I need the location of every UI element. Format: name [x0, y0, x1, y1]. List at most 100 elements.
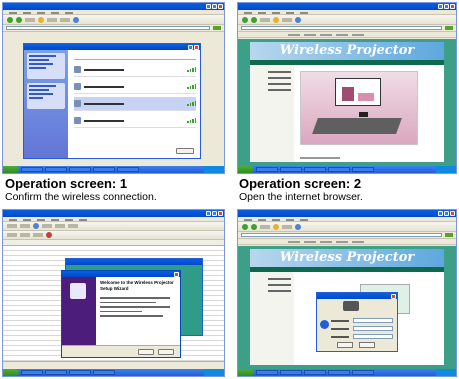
caption-screen-2: Operation screen: 2 Open the internet br…: [239, 176, 363, 204]
next-button[interactable]: [138, 349, 154, 355]
links-bar: [238, 239, 456, 245]
login-dialog: [316, 292, 398, 352]
wireless-network-window: [23, 43, 201, 159]
search-icon[interactable]: [295, 16, 301, 23]
search-icon[interactable]: [295, 223, 301, 230]
home-icon[interactable]: [273, 16, 279, 23]
taskbar-item[interactable]: [256, 370, 278, 375]
caption-title: Operation screen: 2: [239, 176, 362, 191]
taskbar-item[interactable]: [45, 370, 67, 375]
forward-icon[interactable]: [251, 223, 257, 230]
taskbar-item[interactable]: [304, 167, 326, 172]
address-input[interactable]: [241, 26, 442, 30]
go-button[interactable]: [213, 26, 221, 30]
taskbar-item[interactable]: [93, 167, 115, 172]
font-color-icon[interactable]: [46, 232, 52, 238]
taskbar-item[interactable]: [69, 167, 91, 172]
start-button[interactable]: [238, 166, 254, 173]
taskbar-item[interactable]: [352, 167, 374, 172]
caption-title: Operation screen: 1: [5, 176, 128, 191]
login-titlebar: [317, 293, 397, 299]
ok-button[interactable]: [337, 342, 353, 348]
taskbar-item[interactable]: [352, 370, 374, 375]
taskbar-item[interactable]: [328, 167, 350, 172]
signal-strength-icon: [187, 101, 196, 106]
forward-icon[interactable]: [16, 16, 22, 23]
signal-strength-icon: [187, 67, 196, 72]
wizard-title: Welcome to the Wireless Projector Setup …: [100, 280, 174, 291]
presentation-illustration: [300, 71, 418, 145]
formatting-toolbar: [3, 231, 224, 240]
window-titlebar: [3, 3, 224, 10]
home-icon[interactable]: [273, 223, 279, 230]
username-field[interactable]: [353, 326, 393, 331]
back-icon[interactable]: [242, 16, 248, 23]
setup-wizard-dialog: Welcome to the Wireless Projector Setup …: [61, 270, 181, 358]
wizard-side-banner: [62, 277, 96, 345]
taskbar: [3, 369, 224, 376]
forward-icon[interactable]: [251, 16, 257, 23]
system-tray: [204, 166, 224, 173]
go-button[interactable]: [445, 233, 453, 237]
signal-strength-icon: [187, 118, 196, 123]
taskbar-item[interactable]: [328, 370, 350, 375]
start-button[interactable]: [3, 369, 19, 376]
cancel-button[interactable]: [359, 342, 375, 348]
system-tray: [436, 369, 456, 376]
links-bar: [238, 32, 456, 38]
page-menu: [250, 272, 294, 365]
network-tasks-sidebar: [24, 50, 68, 158]
wireless-network-icon: [74, 66, 81, 73]
window-titlebar: [238, 210, 456, 217]
cancel-button[interactable]: [158, 349, 174, 355]
address-bar: [238, 25, 456, 32]
taskbar-item[interactable]: [280, 370, 302, 375]
taskbar-item[interactable]: [256, 167, 278, 172]
connect-button[interactable]: [176, 148, 194, 154]
back-icon[interactable]: [7, 16, 13, 23]
address-input[interactable]: [6, 26, 210, 30]
system-tray: [204, 369, 224, 376]
screenshot-login-dialog: Wireless Projector: [237, 209, 457, 377]
save-icon[interactable]: [33, 223, 39, 229]
screenshot-wireless-connection: [2, 2, 225, 174]
taskbar-item[interactable]: [93, 370, 115, 375]
taskbar-item[interactable]: [45, 167, 67, 172]
go-button[interactable]: [445, 26, 453, 30]
toolbar: [3, 15, 224, 25]
start-button[interactable]: [238, 369, 254, 376]
network-list-item-selected[interactable]: [74, 97, 196, 111]
wireless-network-icon: [74, 117, 81, 124]
taskbar-item[interactable]: [69, 370, 91, 375]
back-icon[interactable]: [242, 223, 248, 230]
password-field[interactable]: [353, 334, 393, 339]
caption-description: Confirm the wireless connection.: [5, 191, 157, 203]
wizard-logo-icon: [70, 283, 86, 299]
taskbar: [3, 166, 224, 173]
page-banner: Wireless Projector: [250, 249, 444, 267]
window-titlebar: [238, 3, 456, 10]
network-list-item[interactable]: [74, 114, 196, 128]
projector-web-page: Wireless Projector: [238, 39, 456, 166]
start-button[interactable]: [3, 166, 19, 173]
network-list-item[interactable]: [74, 63, 196, 77]
address-input[interactable]: [241, 233, 442, 237]
taskbar-item[interactable]: [280, 167, 302, 172]
page-menu: [250, 65, 294, 162]
taskbar-item[interactable]: [117, 167, 139, 172]
taskbar-item[interactable]: [21, 370, 43, 375]
taskbar-item[interactable]: [21, 167, 43, 172]
key-icon: [343, 301, 359, 311]
caption-description: Open the internet browser.: [239, 191, 363, 203]
folder-icon[interactable]: [38, 16, 44, 23]
network-list-item[interactable]: [74, 80, 196, 94]
system-tray: [436, 166, 456, 173]
window-titlebar: [3, 210, 224, 217]
search-icon[interactable]: [73, 16, 79, 23]
info-icon: [320, 320, 329, 329]
taskbar-item[interactable]: [304, 370, 326, 375]
ip-address-field[interactable]: [353, 318, 393, 323]
page-footer: [300, 157, 340, 159]
network-selection-heading: [74, 52, 196, 60]
address-bar: [3, 25, 224, 32]
